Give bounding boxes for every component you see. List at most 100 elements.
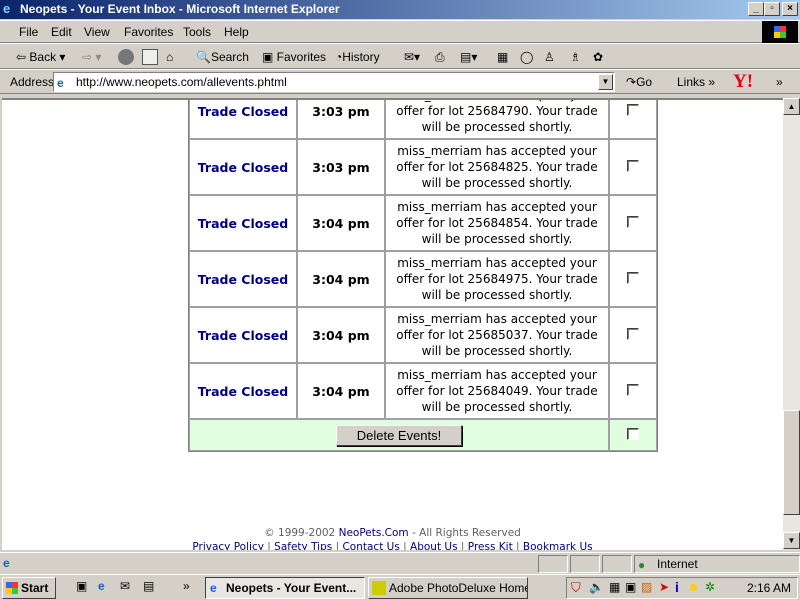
mail-icon[interactable]: ✉▾ (404, 50, 420, 64)
quicklaunch-channels-icon[interactable]: ▤ (143, 579, 154, 593)
footer-link-press-kit[interactable]: Press Kit (468, 541, 513, 550)
copyright: © 1999-2002 NeoPets.Com - All Rights Res… (2, 526, 783, 540)
ie-icon: e (3, 1, 11, 16)
history-button[interactable]: ◔History (335, 50, 380, 64)
brand-link[interactable]: NeoPets.Com (339, 527, 409, 539)
event-checkbox[interactable] (627, 103, 639, 116)
menu-view[interactable]: View (84, 25, 110, 39)
menu-file[interactable]: File (19, 25, 38, 39)
separator: | (399, 541, 411, 550)
go-button[interactable]: ↷Go (626, 75, 652, 89)
stop-icon[interactable] (118, 49, 134, 65)
quicklaunch-ie-icon[interactable]: e (98, 579, 105, 593)
address-url: http://www.neopets.com/allevents.phtml (76, 75, 287, 89)
event-checkbox[interactable] (627, 159, 639, 172)
clock: 2:16 AM (747, 581, 792, 595)
event-checkbox[interactable] (627, 327, 639, 340)
history-label: History (342, 50, 380, 64)
back-label: Back (29, 50, 57, 64)
page-status-icon: e (3, 556, 10, 570)
tray-arrow-icon[interactable]: ➤ (659, 580, 669, 594)
task-photodeluxe[interactable]: Adobe PhotoDeluxe Home... (368, 577, 528, 599)
flower-icon[interactable]: ✿ (593, 50, 603, 64)
footer-link-about-us[interactable]: About Us (410, 541, 458, 550)
scroll-up-button[interactable]: ▲ (783, 98, 800, 115)
menu-tools[interactable]: Tools (183, 25, 211, 39)
messenger-icon[interactable]: ◯ (520, 50, 533, 64)
address-input[interactable]: e http://www.neopets.com/allevents.phtml… (53, 72, 615, 92)
footer-links: Privacy Policy | Safety Tips | Contact U… (2, 540, 783, 550)
tray-app-icon[interactable]: ▦ (609, 580, 620, 594)
start-label: Start (21, 581, 49, 595)
event-message: miss_merriam has accepted your offer for… (385, 195, 609, 251)
go-label: Go (636, 75, 653, 89)
links-label: Links (677, 75, 706, 89)
task-neopets[interactable]: e Neopets - Your Event... (205, 577, 365, 599)
event-message: miss_merriam has accepted your offer for… (385, 307, 609, 363)
tray-monitor-icon[interactable]: ▣ (625, 580, 636, 594)
menu-edit[interactable]: Edit (51, 25, 72, 39)
globe-icon: ● (638, 558, 646, 572)
links-button[interactable]: Links » (677, 75, 715, 89)
footer-link-privacy-policy[interactable]: Privacy Policy (192, 541, 264, 550)
back-button[interactable]: ⇦ Back ▾ (16, 50, 65, 64)
refresh-icon[interactable] (142, 49, 158, 65)
page-content: Trade Closed 3:03 pm miss_merriam has ac… (2, 98, 783, 550)
event-row: Trade Closed 3:04 pm miss_merriam has ac… (189, 251, 657, 307)
delete-cell: Delete Events! (189, 419, 609, 451)
event-select-cell (609, 139, 657, 195)
menu-favorites[interactable]: Favorites (124, 25, 173, 39)
quicklaunch-more-icon[interactable]: » (183, 579, 190, 593)
footer-link-safety-tips[interactable]: Safety Tips (274, 541, 332, 550)
menu-help[interactable]: Help (224, 25, 249, 39)
address-dropdown[interactable]: ▼ (598, 74, 613, 90)
tray-acrobat-icon[interactable]: ▨ (641, 580, 652, 594)
event-checkbox[interactable] (627, 215, 639, 228)
close-button[interactable]: × (782, 2, 798, 16)
tray-info-icon[interactable]: i (675, 579, 679, 595)
event-type: Trade Closed (189, 100, 297, 139)
search-button[interactable]: 🔍Search (196, 50, 249, 64)
select-all-checkbox[interactable] (627, 427, 639, 440)
start-button[interactable]: Start (2, 577, 56, 599)
title-bar: e Neopets - Your Event Inbox - Microsoft… (0, 0, 800, 19)
event-message: miss_merriam has accepted your offer for… (385, 100, 609, 139)
event-select-cell (609, 251, 657, 307)
event-checkbox[interactable] (627, 383, 639, 396)
favorites-button[interactable]: ▣ Favorites (262, 50, 326, 64)
tray-snowflake-icon[interactable]: ✲ (705, 580, 715, 594)
event-row: Trade Closed 3:03 pm miss_merriam has ac… (189, 139, 657, 195)
event-row: Trade Closed 3:03 pm miss_merriam has ac… (189, 100, 657, 139)
windows-logo (762, 21, 798, 43)
mcafee-icon[interactable]: ⛉ (571, 580, 581, 596)
edit-icon[interactable]: ▤▾ (460, 50, 477, 64)
scroll-down-button[interactable]: ▼ (783, 532, 800, 549)
event-type: Trade Closed (189, 251, 297, 307)
events-table: Trade Closed 3:03 pm miss_merriam has ac… (188, 100, 658, 452)
walker-icon[interactable]: ♗ (570, 50, 581, 64)
event-select-cell (609, 363, 657, 419)
volume-icon[interactable]: 🔈 (589, 580, 604, 594)
minimize-button[interactable]: _ (748, 2, 764, 16)
event-type: Trade Closed (189, 195, 297, 251)
home-icon[interactable]: ⌂ (166, 50, 173, 64)
print-icon[interactable]: ⎙ (435, 50, 445, 65)
footer-link-bookmark-us[interactable]: Bookmark Us (523, 541, 593, 550)
vertical-scrollbar[interactable]: ▲ ▼ (783, 98, 800, 550)
delete-events-button[interactable]: Delete Events! (335, 424, 463, 446)
event-checkbox[interactable] (627, 271, 639, 284)
window-title: Neopets - Your Event Inbox - Microsoft I… (20, 2, 340, 16)
scroll-thumb[interactable] (783, 410, 800, 515)
user-icon[interactable]: ♙ (544, 50, 555, 64)
quicklaunch-outlook-icon[interactable]: ✉ (120, 579, 130, 593)
tray-aim-icon[interactable]: ☻ (687, 580, 700, 594)
discuss-icon[interactable]: ▦ (497, 50, 508, 64)
footer-link-contact-us[interactable]: Contact Us (342, 541, 399, 550)
system-tray: ⛉ 🔈 ▦ ▣ ▨ ➤ i ☻ ✲ 2:16 AM (566, 577, 798, 599)
quicklaunch-desktop-icon[interactable]: ▣ (76, 579, 87, 593)
forward-button[interactable]: ⇨ ▾ (82, 50, 101, 64)
yahoo-logo[interactable]: Y! (733, 71, 753, 93)
maximize-button[interactable]: ▫ (764, 2, 780, 16)
more-chevron-icon[interactable]: » (776, 75, 783, 89)
event-row: Trade Closed 3:04 pm miss_merriam has ac… (189, 307, 657, 363)
